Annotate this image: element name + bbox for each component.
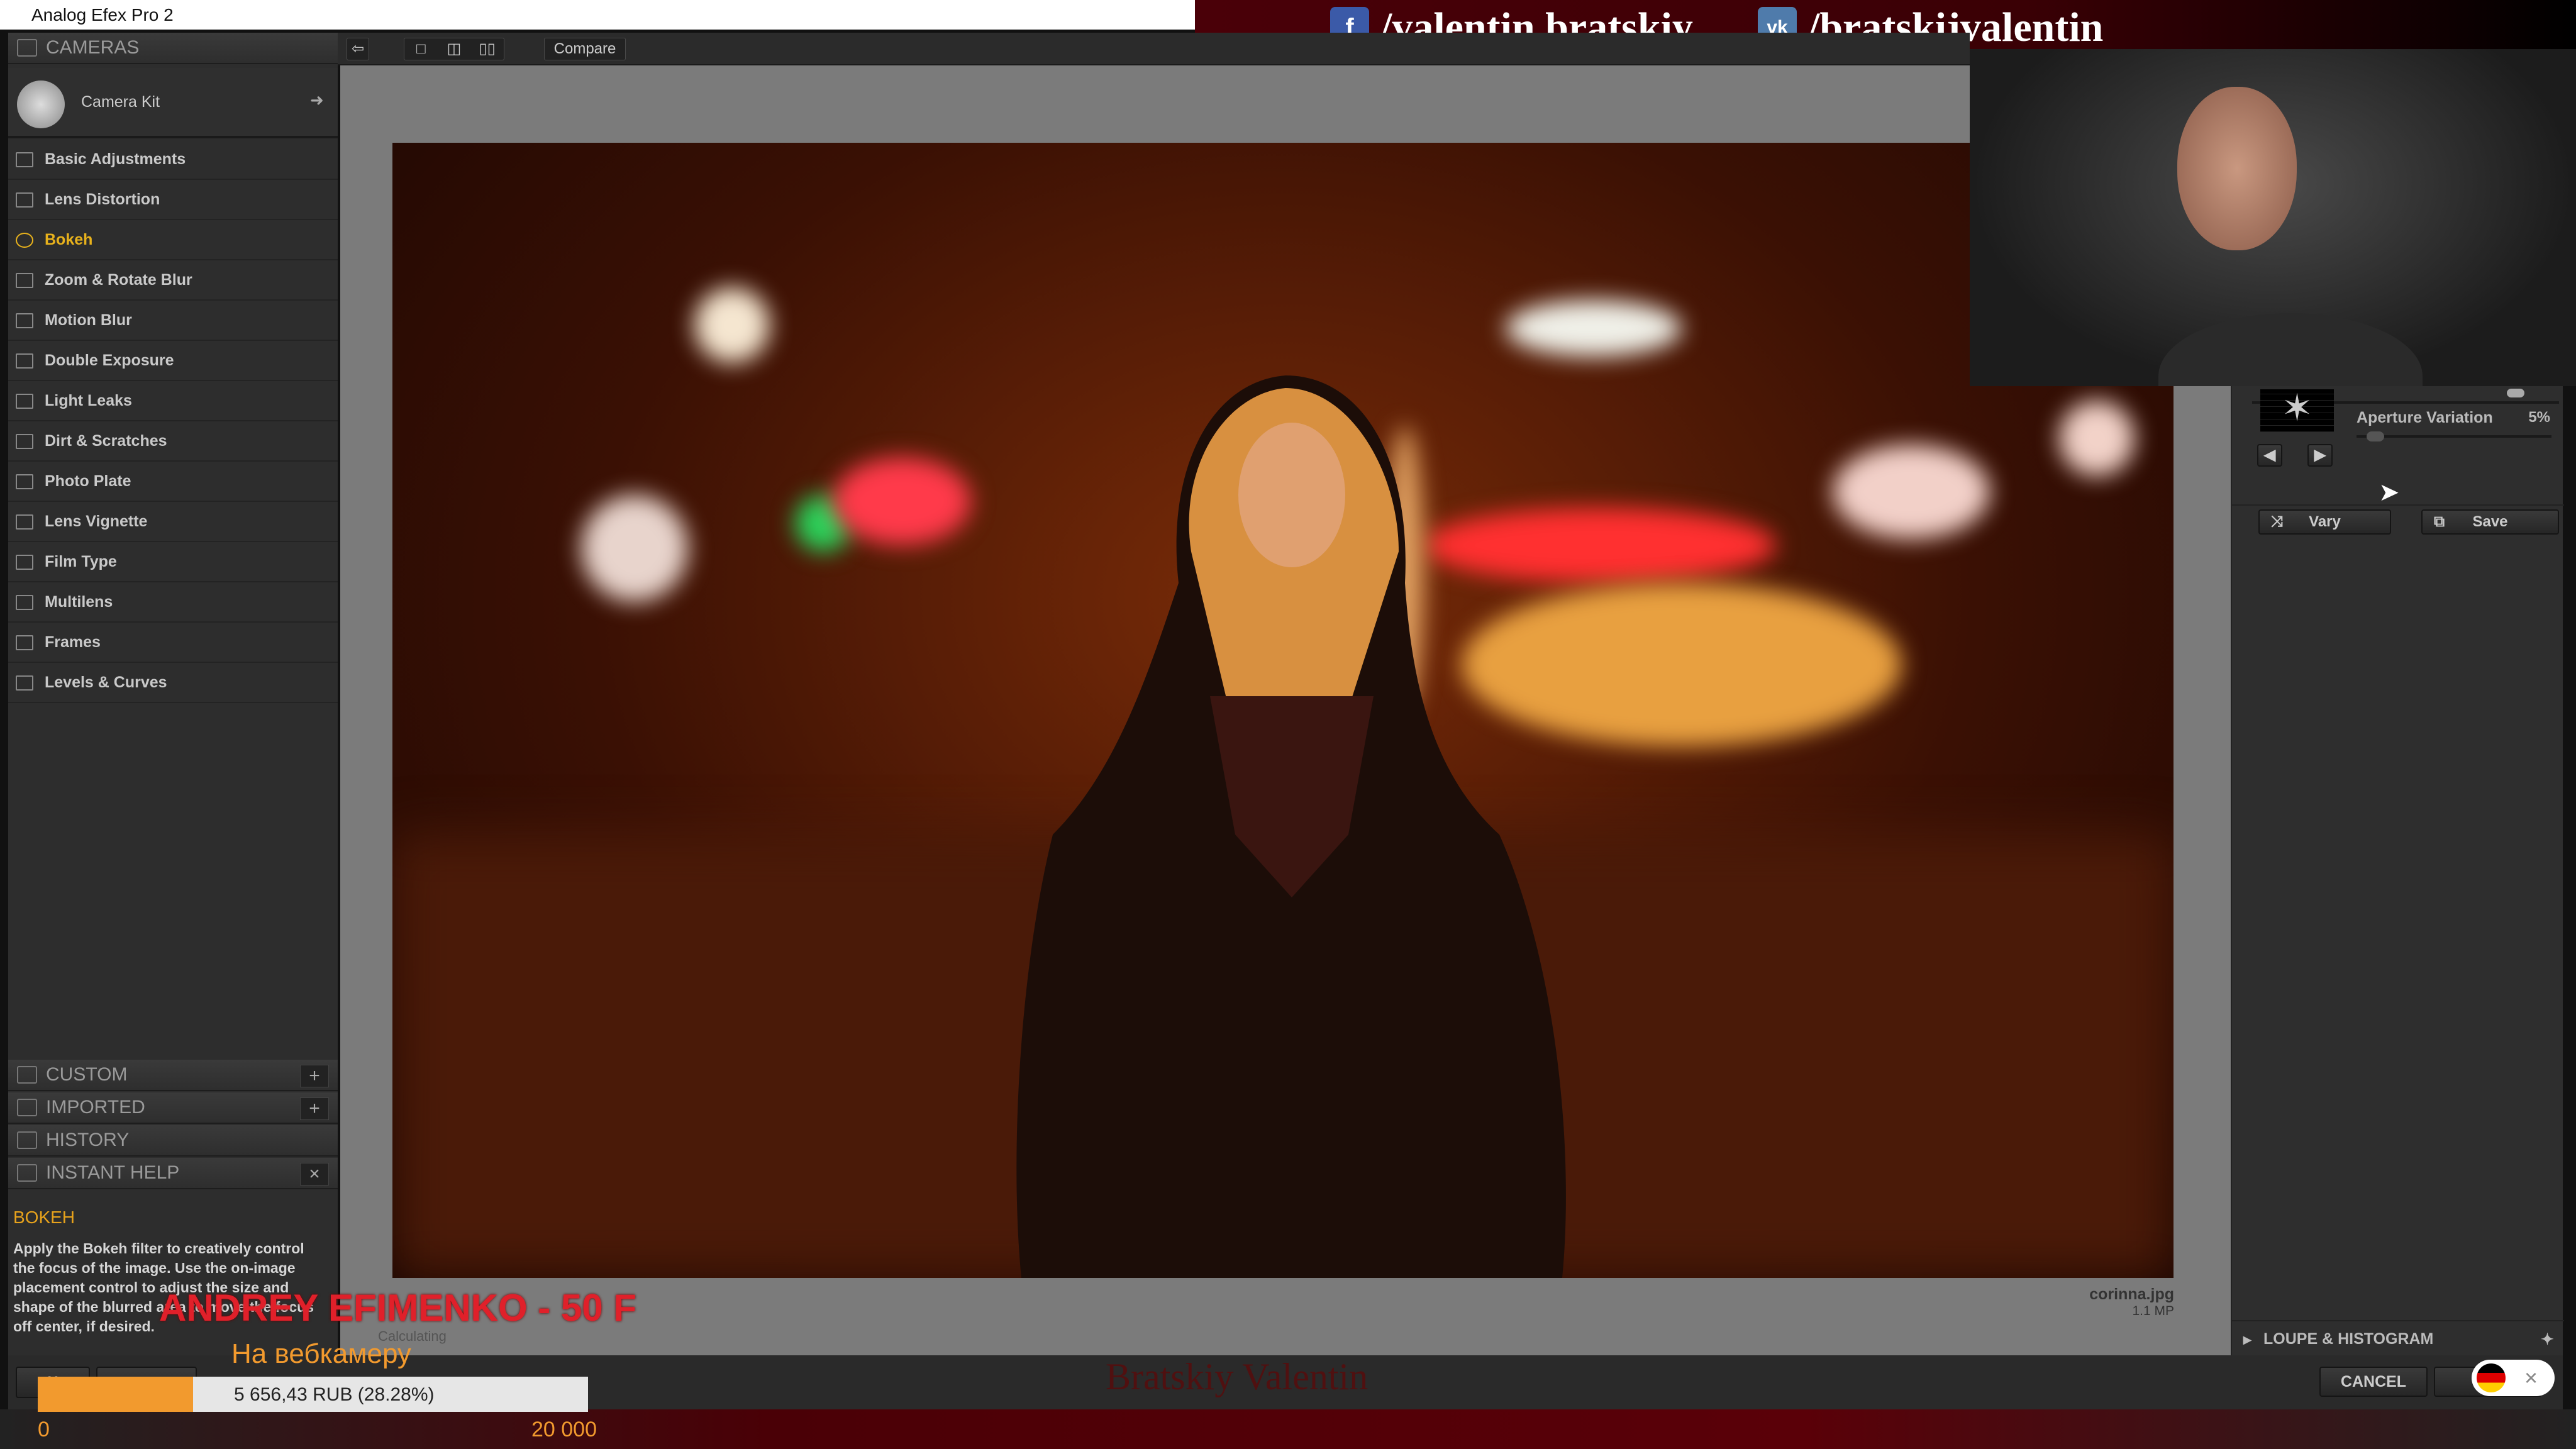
help-title: BOKEH [13, 1208, 75, 1227]
scale-min: 0 [38, 1418, 50, 1441]
sidebar-item-zoom-rotate-blur[interactable]: Zoom & Rotate Blur [8, 260, 338, 301]
sidebar-item-motion-blur[interactable]: Motion Blur [8, 301, 338, 341]
camera-kit-icon [17, 80, 65, 128]
slider-handle[interactable] [2507, 389, 2524, 397]
aperture-variation-label: Aperture Variation [2357, 409, 2493, 426]
sidebar-item-bokeh[interactable]: Bokeh [8, 220, 338, 260]
filter-icon [16, 273, 33, 288]
filter-icon [16, 675, 33, 691]
camera-icon [17, 39, 37, 57]
filter-icon [16, 635, 33, 650]
language-toggle[interactable]: × [2472, 1360, 2555, 1396]
custom-header[interactable]: CUSTOM + [8, 1060, 338, 1091]
presets-icon [17, 1066, 37, 1084]
filter-icon [16, 192, 33, 208]
progress-text: 5 656,43 RUB (28.28%) [234, 1384, 435, 1405]
photo-preview[interactable] [392, 143, 2174, 1278]
sidebar-item-lens-distortion[interactable]: Lens Distortion [8, 180, 338, 220]
filter-icon [16, 434, 33, 449]
sidebar-item-light-leaks[interactable]: Light Leaks [8, 381, 338, 421]
single-view-button[interactable]: □ [404, 38, 438, 60]
arrow-right-icon: ➜ [310, 91, 324, 109]
sidebar-item-frames[interactable]: Frames [8, 623, 338, 663]
watermark-logo: B​ratskiy ​V​alentin [1106, 1356, 1368, 1397]
sidebar-item-basic-adjustments[interactable]: Basic Adjustments [8, 140, 338, 180]
right-panel: ✶ ◀ ▶ Aperture Variation 5% ⤨ Vary ⧉ Save … [2231, 386, 2564, 1355]
webcam-overlay [1970, 49, 2576, 386]
imported-header[interactable]: IMPORTED + [8, 1092, 338, 1124]
view-mode-group: □ ◫ ▯▯ [404, 38, 504, 60]
add-imported-button[interactable]: + [300, 1097, 329, 1120]
window-title: Analog Efex Pro 2 [31, 5, 174, 25]
save-preset-button[interactable]: ⧉ Save [2421, 509, 2559, 535]
aperture-variation-slider[interactable] [2357, 435, 2551, 438]
title-bar: Analog Efex Pro 2 [0, 0, 1258, 30]
filter-icon [16, 152, 33, 167]
filter-icon [16, 474, 33, 489]
cancel-button[interactable]: CANCEL [2319, 1367, 2428, 1397]
progress-fill [38, 1377, 194, 1412]
add-custom-button[interactable]: + [300, 1065, 329, 1087]
split-view-button[interactable]: ◫ [438, 38, 471, 60]
sidebar: CAMERAS Camera Kit ➜ Basic Adjustments Le… [8, 33, 338, 1355]
cameras-header[interactable]: CAMERAS [8, 33, 338, 64]
instant-help-header[interactable]: INSTANT HELP × [8, 1158, 338, 1189]
import-icon [17, 1099, 37, 1116]
german-flag-icon [2477, 1363, 2506, 1392]
side-by-side-button[interactable]: ▯▯ [470, 38, 504, 60]
sidebar-item-multilens[interactable]: Multilens [8, 582, 338, 623]
filter-icon [16, 394, 33, 409]
sidebar-item-dirt-scratches[interactable]: Dirt & Scratches [8, 421, 338, 462]
shuffle-icon: ⤨ [2271, 513, 2284, 530]
sidebar-item-film-type[interactable]: Film Type [8, 542, 338, 582]
aperture-variation-value: 5% [2528, 409, 2550, 426]
loupe-histogram-header[interactable]: ▸ LOUPE & HISTOGRAM ✦ [2232, 1320, 2564, 1355]
aperture-shape-thumbnail: ✶ [2260, 389, 2334, 432]
filter-icon [16, 555, 33, 570]
webcam-label: На вебкамеру [231, 1338, 411, 1369]
mouse-cursor-icon: ➤ [2379, 479, 2400, 506]
save-icon: ⧉ [2434, 513, 2445, 530]
sidebar-item-photo-plate[interactable]: Photo Plate [8, 462, 338, 502]
pin-icon[interactable]: ✦ [2541, 1330, 2554, 1349]
file-info: corinna.jpg 1.1 MP [2089, 1285, 2174, 1318]
prev-shape-button[interactable]: ◀ [2257, 444, 2282, 467]
sidebar-item-lens-vignette[interactable]: Lens Vignette [8, 502, 338, 542]
filter-icon [16, 353, 33, 369]
sidebar-item-levels-curves[interactable]: Levels & Curves [8, 663, 338, 703]
toolbar: ⇦ □ ◫ ▯▯ Compare [338, 33, 1970, 65]
donor-overlay-text: ANDREY EFIMENKO - 50 F [159, 1287, 636, 1329]
help-icon [17, 1164, 37, 1182]
donation-progress-bar: 5 656,43 RUB (28.28%) [38, 1377, 588, 1412]
exit-icon[interactable]: ⇦ [347, 38, 369, 60]
sidebar-item-double-exposure[interactable]: Double Exposure [8, 341, 338, 381]
filter-icon [16, 233, 33, 248]
history-icon [17, 1131, 37, 1149]
filter-icon [16, 595, 33, 610]
close-icon[interactable]: × [2524, 1365, 2538, 1391]
vary-button[interactable]: ⤨ Vary [2258, 509, 2391, 535]
filter-icon [16, 313, 33, 328]
close-help-button[interactable]: × [300, 1163, 329, 1185]
history-header[interactable]: HISTORY [8, 1125, 338, 1157]
scale-max: 20 000 [531, 1418, 597, 1441]
decorative-strip [0, 1409, 2576, 1449]
subject-figure [1016, 375, 1566, 1278]
next-shape-button[interactable]: ▶ [2307, 444, 2333, 467]
camera-kit[interactable]: Camera Kit ➜ [8, 68, 338, 138]
compare-button[interactable]: Compare [544, 38, 626, 60]
aperture-slider-handle[interactable] [2366, 431, 2384, 441]
filter-icon [16, 514, 33, 530]
expand-icon: ▸ [2243, 1331, 2251, 1348]
